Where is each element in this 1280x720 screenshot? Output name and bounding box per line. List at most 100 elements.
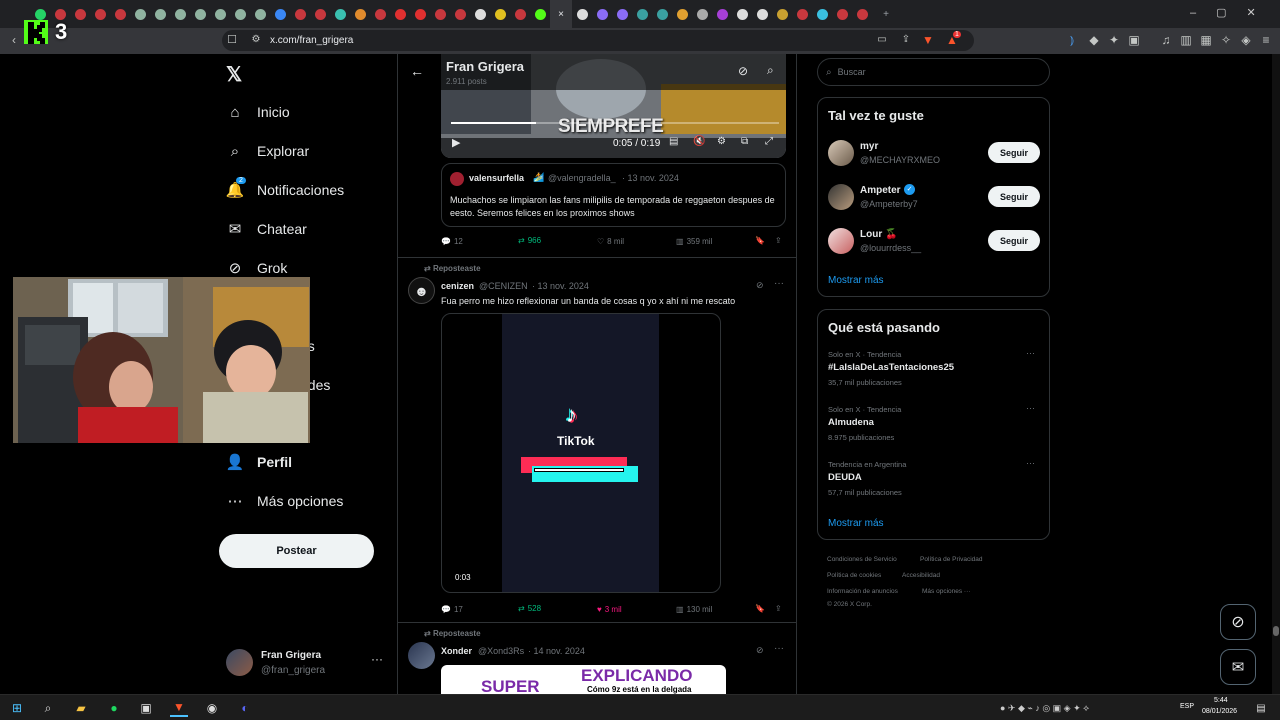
footer-link[interactable]: Política de cookies	[827, 572, 881, 579]
browser-tab[interactable]	[410, 0, 430, 28]
search-icon[interactable]: ⌕	[767, 63, 774, 78]
suggested-user[interactable]: myr @MECHAYRXMEO Seguir	[818, 136, 1051, 176]
browser-tab[interactable]	[330, 0, 350, 28]
browser-tab[interactable]	[812, 0, 832, 28]
page-scrollbar[interactable]	[1272, 54, 1280, 694]
browser-tab[interactable]	[672, 0, 692, 28]
sidebar-item-chatear[interactable]: ✉ Chatear	[226, 215, 307, 243]
browser-tab[interactable]	[130, 0, 150, 28]
browser-tab[interactable]	[250, 0, 270, 28]
obs-icon[interactable]: ◉	[203, 699, 221, 717]
browser-tab[interactable]	[370, 0, 390, 28]
avatar[interactable]	[408, 642, 435, 669]
settings-icon[interactable]: ⚙	[717, 136, 726, 147]
grok-icon[interactable]: ⊘	[756, 645, 764, 656]
footer-link[interactable]: Información de anuncios	[827, 588, 898, 595]
quoted-tweet[interactable]: valensurfella 🏄 @valengradella_ · 13 nov…	[441, 163, 786, 227]
tweet-author-name[interactable]: cenizen	[441, 281, 474, 291]
file-explorer-icon[interactable]: ▰	[72, 699, 90, 717]
browser-tab[interactable]	[470, 0, 490, 28]
browser-tab[interactable]	[572, 0, 592, 28]
browser-tab[interactable]	[310, 0, 330, 28]
x-logo-icon[interactable]: 𝕏	[226, 62, 242, 87]
cast-icon[interactable]: ▭	[874, 32, 890, 48]
browser-tab[interactable]	[490, 0, 510, 28]
tweet[interactable]: ⇄ Reposteaste ☻ cenizen @CENIZEN · 13 no…	[398, 258, 796, 621]
browser-tab[interactable]	[652, 0, 672, 28]
tweet-image[interactable]: SUPER EXPLICANDO Cómo 9z está en la delg…	[441, 665, 726, 694]
search-icon[interactable]: ⌕	[39, 699, 57, 717]
footer-link[interactable]: Más opciones ···	[922, 588, 970, 595]
account-switcher[interactable]: Fran Grigera @fran_grigera ···	[226, 648, 386, 680]
views-button[interactable]: ▥ 359 mil	[676, 237, 712, 246]
notification-icon[interactable]: ▤	[1252, 699, 1270, 717]
browser-tab[interactable]	[712, 0, 732, 28]
footer-link[interactable]: Política de Privacidad	[920, 556, 983, 563]
grok-icon[interactable]: ⊘	[738, 64, 748, 78]
follow-button[interactable]: Seguir	[988, 142, 1040, 163]
sidebar-item-más-opciones[interactable]: ⋯ Más opciones	[226, 487, 344, 515]
sidebar-item-perfil[interactable]: 👤 Perfil	[226, 448, 292, 476]
extension-icon[interactable]: ▣	[1126, 32, 1142, 48]
grok-floating-button[interactable]: ⊘	[1220, 604, 1256, 640]
messages-floating-button[interactable]: ✉	[1220, 649, 1256, 685]
taskbar-date[interactable]: 08/01/2026	[1202, 708, 1237, 715]
browser-tab[interactable]	[832, 0, 852, 28]
active-tab[interactable]: ×	[550, 0, 572, 28]
tweet-author-name[interactable]: Xonder	[441, 646, 472, 656]
share-icon[interactable]: ⇪	[898, 32, 914, 48]
browser-tab[interactable]	[612, 0, 632, 28]
browser-tab[interactable]	[290, 0, 310, 28]
captions-icon[interactable]: ▤	[669, 136, 678, 147]
video-progress-bar[interactable]	[451, 122, 779, 124]
back-icon[interactable]: ‹	[6, 32, 22, 48]
extension-icon[interactable]: ◆	[1086, 32, 1102, 48]
taskbar-time[interactable]: 5:44	[1214, 697, 1228, 704]
tray-icons[interactable]: ● ✈ ◆ ⌁ ♪ ◎ ▣ ◈ ✦ ⟡	[1000, 699, 1160, 717]
extension-icon[interactable]: ⦆	[1064, 32, 1080, 48]
back-arrow-icon[interactable]: ←	[410, 63, 424, 79]
share-button[interactable]: ⇪	[775, 236, 782, 245]
browser-tab[interactable]	[270, 0, 290, 28]
scrollbar-thumb[interactable]	[1273, 626, 1279, 636]
like-button[interactable]: ♡ 8 mil	[597, 237, 624, 246]
brave-shields-icon[interactable]: ▼	[920, 32, 936, 48]
sidebar-item-explorar[interactable]: ⌕ Explorar	[226, 137, 309, 165]
browser-tab[interactable]	[110, 0, 130, 28]
browser-tab[interactable]	[190, 0, 210, 28]
sidebar-item-inicio[interactable]: ⌂ Inicio	[226, 98, 289, 126]
tweet[interactable]: ⇄ Reposteaste Xonder @Xond3Rs · 14 nov. …	[398, 623, 796, 694]
browser-tab[interactable]	[692, 0, 712, 28]
more-icon[interactable]: ···	[774, 643, 784, 654]
post-button[interactable]: Postear	[219, 534, 374, 568]
vpn-icon[interactable]: ◈	[1238, 32, 1254, 48]
play-icon[interactable]: ▶	[452, 136, 460, 149]
spotify-icon[interactable]: ●	[105, 699, 123, 717]
follow-button[interactable]: Seguir	[988, 186, 1040, 207]
media-icon[interactable]: ♫	[1158, 32, 1174, 48]
show-more-link[interactable]: Mostrar más	[828, 275, 884, 286]
browser-tab[interactable]	[390, 0, 410, 28]
menu-icon[interactable]: ≡	[1258, 32, 1274, 48]
browser-tab[interactable]	[430, 0, 450, 28]
grok-icon[interactable]: ⊘	[756, 280, 764, 291]
wallet-icon[interactable]: ▦	[1198, 32, 1214, 48]
tiktok-video[interactable]: ♪ TikTok 0:03	[441, 313, 721, 593]
more-icon[interactable]: ···	[1026, 348, 1035, 358]
fullscreen-icon[interactable]: ⤢	[765, 136, 773, 147]
trend-item[interactable]: Tendencia en Argentina ··· DEUDA 57,7 mil p…	[818, 458, 1051, 510]
avatar[interactable]: ☻	[408, 277, 435, 304]
follow-button[interactable]: Seguir	[988, 230, 1040, 251]
site-info-icon[interactable]: ⚙	[248, 32, 264, 48]
input-language[interactable]: ESP	[1180, 703, 1194, 710]
browser-tab[interactable]	[450, 0, 470, 28]
footer-link[interactable]: Accesibilidad	[902, 572, 940, 579]
share-button[interactable]: ⇪	[775, 604, 782, 613]
show-more-link[interactable]: Mostrar más	[828, 518, 884, 529]
sidebar-icon[interactable]: ▥	[1178, 32, 1194, 48]
reply-button[interactable]: 💬 17	[441, 605, 463, 614]
browser-tab[interactable]	[350, 0, 370, 28]
suggested-user[interactable]: Lour 🍒 @louurrdess__ Seguir	[818, 224, 1051, 264]
discord-icon[interactable]: ◐	[236, 699, 254, 717]
browser-tab[interactable]	[772, 0, 792, 28]
